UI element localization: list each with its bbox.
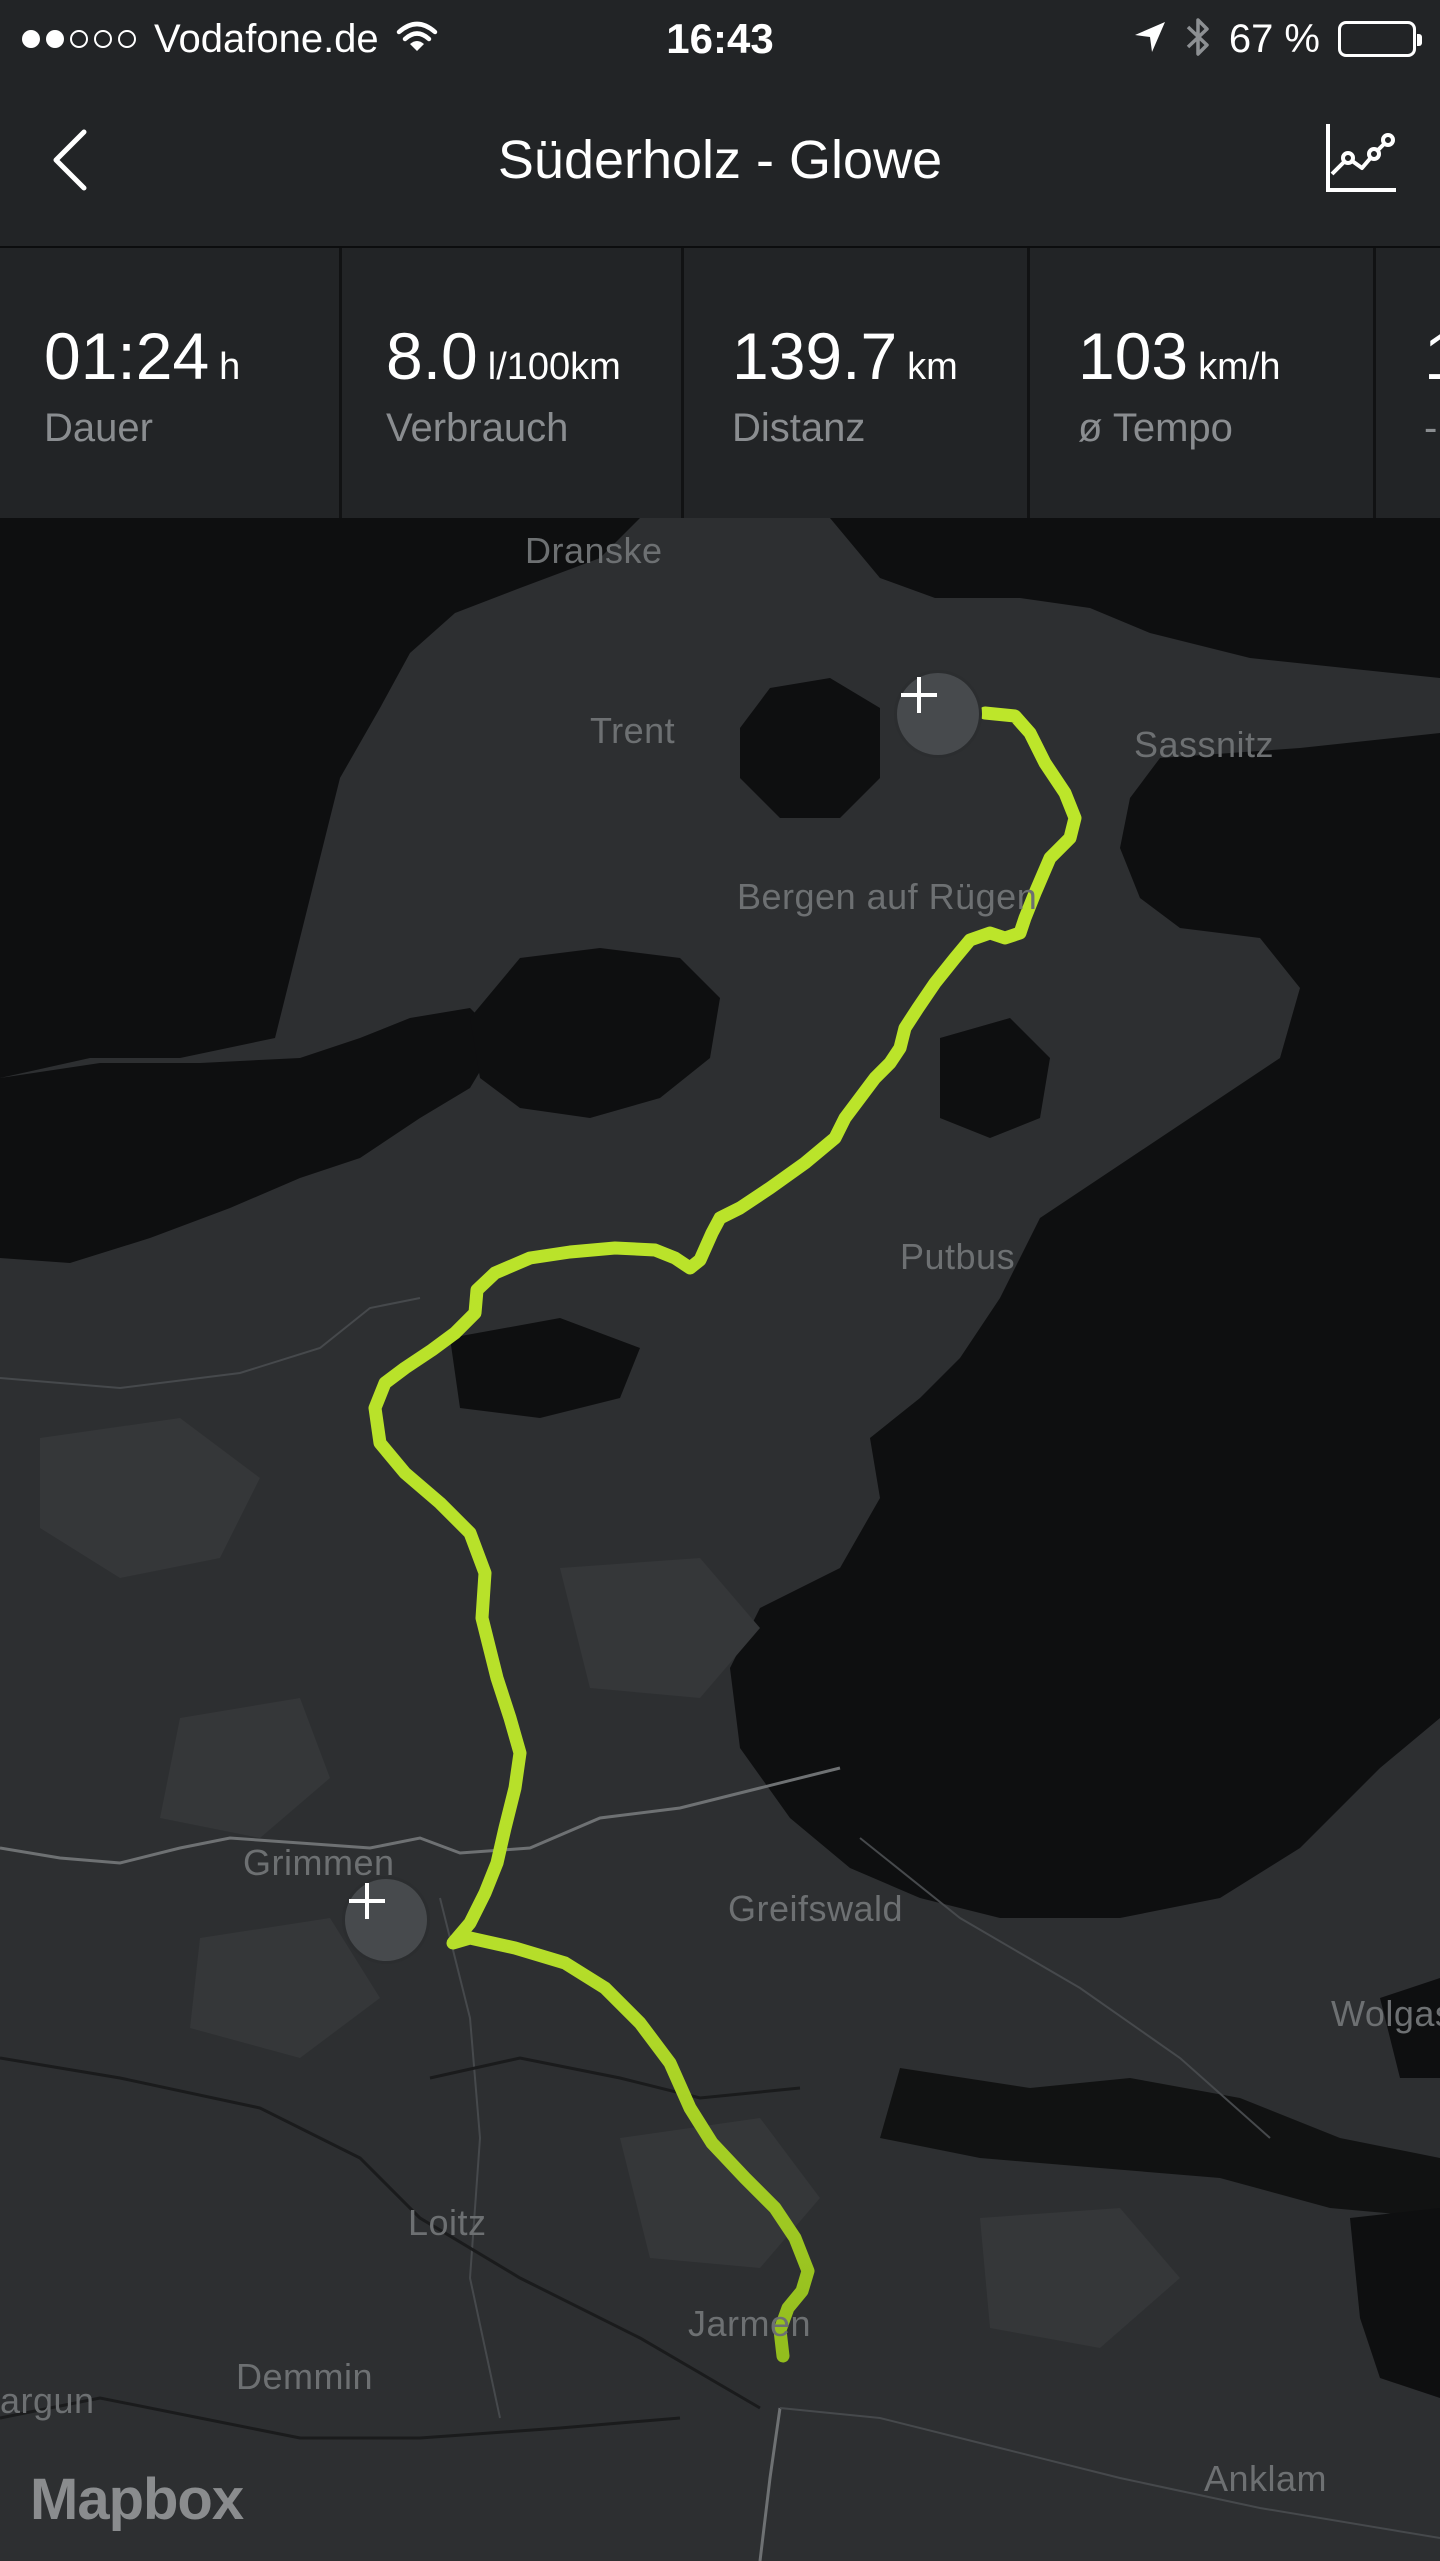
signal-dot: [22, 30, 40, 48]
stat-value: 103: [1078, 319, 1189, 393]
page-title: Süderholz - Glowe: [497, 130, 943, 190]
status-right: 67 %: [1133, 12, 1422, 66]
route-start-marker[interactable]: [345, 1879, 427, 1961]
stat-duration: 01:24 h Dauer: [0, 248, 342, 518]
stat-label: Dauer: [44, 406, 153, 450]
place-label: argun: [0, 2380, 95, 2421]
place-label: Greifswald: [728, 1888, 904, 1929]
place-label: Trent: [590, 710, 676, 751]
carrier-name: Vodafone.de: [154, 16, 379, 61]
stat-label: ø Tempo: [1078, 406, 1233, 450]
signal-dot: [46, 30, 64, 48]
chart-button[interactable]: [1320, 120, 1400, 200]
plus-icon: [349, 1883, 385, 1919]
battery-icon: [1338, 21, 1422, 57]
place-label: Bergen auf Rügen: [737, 876, 1038, 917]
stat-label: Distanz: [732, 406, 866, 450]
stat-distance: 139.7 km Distanz: [688, 248, 1030, 518]
trip-stats[interactable]: 01:24 h Dauer 8.0 l/100km Verbrauch 139.7 k…: [0, 248, 1440, 520]
wifi-icon: [395, 20, 439, 59]
chevron-left-icon: [53, 129, 87, 191]
map-canvas: [0, 518, 1440, 2561]
route-map[interactable]: Dranske Trent Sassnitz Bergen auf Rügen …: [0, 518, 1440, 2561]
line-chart-icon: [1326, 124, 1396, 192]
navigation-bar: Süderholz - Glowe: [0, 78, 1440, 248]
battery-percent: 67 %: [1228, 16, 1320, 61]
stat-partial: 1 -: [1380, 248, 1440, 518]
status-bar: Vodafone.de 16:43 67 %: [0, 0, 1440, 78]
plus-icon: [901, 677, 937, 713]
back-button[interactable]: [50, 118, 120, 202]
stat-value: 139.7: [732, 319, 898, 393]
stat-consumption: 8.0 l/100km Verbrauch: [342, 248, 684, 518]
stat-unit: km: [907, 346, 958, 388]
bluetooth-icon: [1185, 15, 1211, 64]
stat-value: 8.0: [386, 319, 478, 393]
stat-label: Verbrauch: [386, 406, 569, 450]
signal-dot: [118, 30, 136, 48]
stat-value: 01:24: [44, 319, 210, 393]
signal-dot: [94, 30, 112, 48]
signal-dot: [70, 30, 88, 48]
stat-unit: l/100km: [487, 346, 621, 388]
mapbox-logo[interactable]: Mapbox: [30, 2466, 244, 2533]
place-label: Putbus: [900, 1236, 1016, 1277]
place-label: Sassnitz: [1134, 724, 1275, 765]
place-label: Jarmen: [688, 2303, 812, 2344]
place-label: Anklam: [1204, 2458, 1328, 2499]
place-label: Loitz: [408, 2202, 487, 2243]
place-label: Grimmen: [243, 1842, 395, 1883]
stat-unit: h: [219, 346, 241, 388]
location-arrow-icon: [1133, 20, 1167, 59]
stat-unit: km/h: [1198, 346, 1281, 388]
place-label: Demmin: [236, 2356, 374, 2397]
stat-value: 1: [1424, 319, 1440, 393]
status-left: Vodafone.de: [22, 12, 439, 66]
place-label: Wolgast: [1331, 1993, 1440, 2034]
stat-average-speed: 103 km/h ø Tempo: [1034, 248, 1376, 518]
place-label: Dranske: [525, 530, 663, 571]
route-end-marker[interactable]: [897, 673, 979, 755]
stat-label: -: [1424, 406, 1438, 450]
